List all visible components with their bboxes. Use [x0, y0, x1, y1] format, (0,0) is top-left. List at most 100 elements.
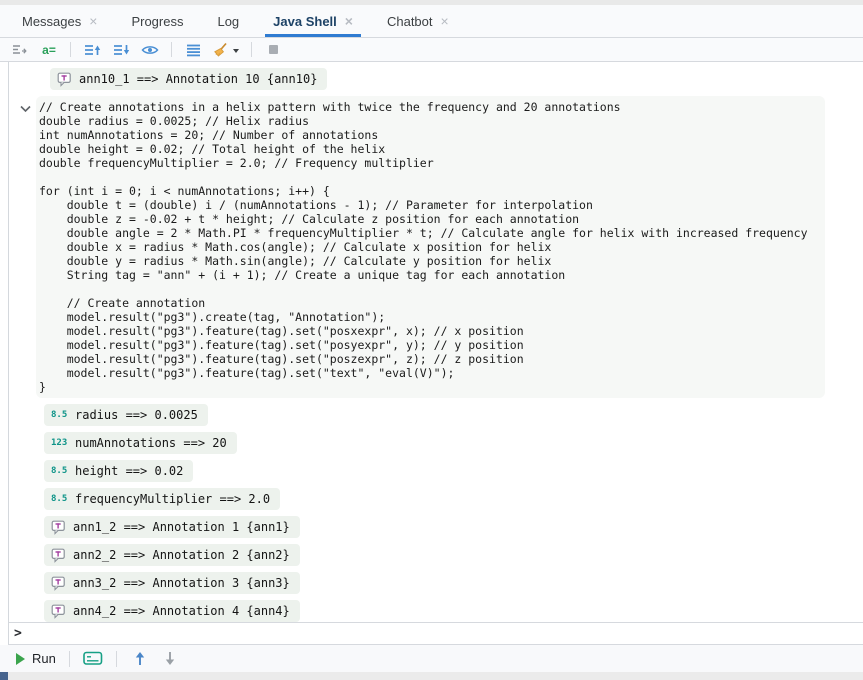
code-line: model.result("pg3").create(tag, "Annotat…: [39, 310, 825, 324]
close-icon[interactable]: ×: [441, 14, 449, 28]
output-row: ann2_2 ==> Annotation 2 {ann2}: [44, 544, 863, 566]
output-row: 8.5 frequencyMultiplier ==> 2.0: [44, 488, 863, 510]
result-badge: 8.5 radius ==> 0.0025: [44, 404, 208, 426]
code-line: model.result("pg3").feature(tag).set("te…: [39, 366, 825, 380]
output-text: numAnnotations ==> 20: [75, 436, 227, 450]
code-line: double frequencyMultiplier = 2.0; // Fre…: [39, 156, 825, 170]
clear-console-broom-icon[interactable]: [212, 40, 240, 60]
close-icon[interactable]: ×: [345, 14, 353, 28]
java-shell-window: Messages × Progress Log Java Shell × Cha…: [0, 0, 863, 680]
tab-label: Progress: [131, 14, 183, 29]
sort-lines-icon[interactable]: [10, 40, 30, 60]
run-button[interactable]: Run: [16, 651, 56, 666]
console-output[interactable]: ann10_1 ==> Annotation 10 {ann10} // Cre…: [9, 62, 863, 622]
run-toolbar: Run: [0, 645, 863, 672]
code-line: [39, 282, 825, 296]
console-display-icon[interactable]: [83, 649, 103, 669]
result-badge: ann3_2 ==> Annotation 3 {ann3}: [44, 572, 300, 594]
tab-label: Chatbot: [387, 14, 433, 29]
output-row: 123 numAnnotations ==> 20: [44, 432, 863, 454]
output-text: ann10_1 ==> Annotation 10 {ann10}: [79, 72, 317, 86]
code-line: String tag = "ann" + (i + 1); // Create …: [39, 268, 825, 282]
output-row: ann4_2 ==> Annotation 4 {ann4}: [44, 600, 863, 622]
result-badge: ann4_2 ==> Annotation 4 {ann4}: [44, 600, 300, 622]
code-line: // Create annotations in a helix pattern…: [39, 100, 825, 114]
output-text: ann3_2 ==> Annotation 3 {ann3}: [73, 576, 290, 590]
result-badge: 123 numAnnotations ==> 20: [44, 432, 237, 454]
history-list-icon[interactable]: [183, 40, 203, 60]
annotation-icon: [51, 576, 66, 591]
output-text: radius ==> 0.0025: [75, 408, 198, 422]
next-command-arrow-icon[interactable]: [160, 649, 180, 669]
tab-progress[interactable]: Progress: [117, 5, 197, 37]
console-toolbar: a=: [0, 38, 863, 62]
result-badge: 8.5 frequencyMultiplier ==> 2.0: [44, 488, 280, 510]
output-row: ann3_2 ==> Annotation 3 {ann3}: [44, 572, 863, 594]
scroll-to-next-icon[interactable]: [111, 40, 131, 60]
code-line: double radius = 0.0025; // Helix radius: [39, 114, 825, 128]
code-line: double t = (double) i / (numAnnotations …: [39, 198, 825, 212]
output-text: height ==> 0.02: [75, 464, 183, 478]
stop-icon[interactable]: [263, 40, 283, 60]
tab-bar: Messages × Progress Log Java Shell × Cha…: [0, 5, 863, 38]
code-line: model.result("pg3").feature(tag).set("po…: [39, 338, 825, 352]
code-block[interactable]: // Create annotations in a helix pattern…: [36, 96, 825, 398]
output-text: ann4_2 ==> Annotation 4 {ann4}: [73, 604, 290, 618]
output-row: 8.5 height ==> 0.02: [44, 460, 863, 482]
output-text: ann1_2 ==> Annotation 1 {ann1}: [73, 520, 290, 534]
tab-log[interactable]: Log: [203, 5, 253, 37]
code-line: int numAnnotations = 20; // Number of an…: [39, 128, 825, 142]
close-icon[interactable]: ×: [89, 14, 97, 28]
annotation-icon: [51, 604, 66, 619]
toolbar-separator: [251, 42, 252, 57]
code-line: double angle = 2 * Math.PI * frequencyMu…: [39, 226, 825, 240]
run-label: Run: [32, 651, 56, 666]
double-type-icon: 8.5: [51, 410, 68, 420]
code-line: }: [39, 380, 825, 394]
code-line: [39, 170, 825, 184]
eye-icon[interactable]: [140, 40, 160, 60]
toolbar-separator: [171, 42, 172, 57]
tab-label: Messages: [22, 14, 81, 29]
code-line: double y = radius * Math.sin(angle); // …: [39, 254, 825, 268]
output-row: ann10_1 ==> Annotation 10 {ann10}: [50, 68, 863, 90]
code-line: double z = -0.02 + t * height; // Calcul…: [39, 212, 825, 226]
double-type-icon: 8.5: [51, 466, 68, 476]
code-cell: // Create annotations in a helix pattern…: [9, 96, 863, 398]
result-badge: ann1_2 ==> Annotation 1 {ann1}: [44, 516, 300, 538]
code-line: double x = radius * Math.cos(angle); // …: [39, 240, 825, 254]
code-line: model.result("pg3").feature(tag).set("po…: [39, 324, 825, 338]
double-type-icon: 8.5: [51, 494, 68, 504]
code-line: for (int i = 0; i < numAnnotations; i++)…: [39, 184, 825, 198]
int-type-icon: 123: [51, 438, 68, 448]
output-row: 8.5 radius ==> 0.0025: [44, 404, 863, 426]
chevron-down-icon[interactable]: [232, 41, 240, 59]
annotation-icon: [51, 548, 66, 563]
tab-java-shell[interactable]: Java Shell ×: [259, 5, 367, 37]
input-prompt-line[interactable]: >: [9, 622, 863, 645]
toolbar-separator: [69, 651, 70, 667]
code-line: model.result("pg3").feature(tag).set("po…: [39, 352, 825, 366]
annotation-icon: [57, 72, 72, 87]
scroll-to-previous-icon[interactable]: [82, 40, 102, 60]
code-line: // Create annotation: [39, 296, 825, 310]
window-bottom-edge: [0, 672, 863, 680]
result-badge: 8.5 height ==> 0.02: [44, 460, 193, 482]
output-row: ann1_2 ==> Annotation 1 {ann1}: [44, 516, 863, 538]
play-icon: [16, 653, 25, 665]
annotation-icon: [51, 520, 66, 535]
tab-label: Java Shell: [273, 14, 337, 29]
tab-messages[interactable]: Messages ×: [8, 5, 111, 37]
toolbar-separator: [70, 42, 71, 57]
show-variables-icon[interactable]: a=: [39, 40, 59, 60]
output-text: ann2_2 ==> Annotation 2 {ann2}: [73, 548, 290, 562]
tab-label: Log: [217, 14, 239, 29]
code-line: double height = 0.02; // Total height of…: [39, 142, 825, 156]
previous-command-arrow-icon[interactable]: [130, 649, 150, 669]
output-text: frequencyMultiplier ==> 2.0: [75, 492, 270, 506]
collapse-chevron-icon[interactable]: [20, 100, 31, 118]
toolbar-separator: [116, 651, 117, 667]
tab-chatbot[interactable]: Chatbot ×: [373, 5, 463, 37]
prompt-caret: >: [14, 626, 22, 641]
result-badge: ann2_2 ==> Annotation 2 {ann2}: [44, 544, 300, 566]
